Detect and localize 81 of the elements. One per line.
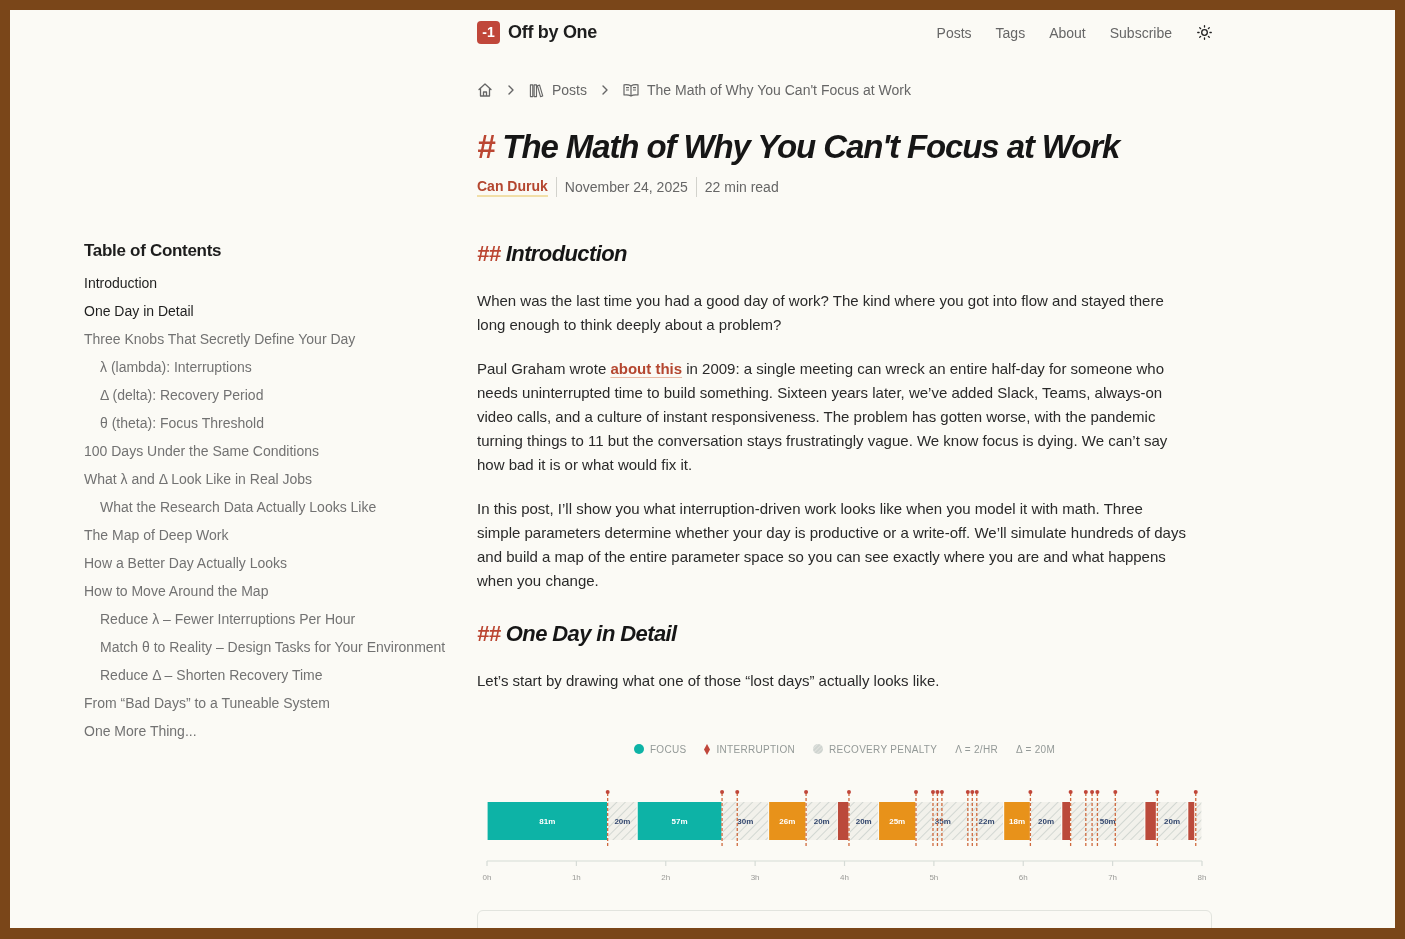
toc-link[interactable]: How a Better Day Actually Looks [84,549,288,577]
paragraph: In this post, I’ll show you what interruption-driven work looks like when you model it with math. Three simple parameters determine whether your day is productive or a write-off. We’ll simulate hundreds of days and build a map of the entire parameter space so you can see exactly where you are and what happens when you change. [477,499,1187,591]
nav-link[interactable]: Subscribe [1109,24,1172,41]
tick-label: 1h [571,873,581,882]
section-heading: ## Introduction [477,240,628,268]
interruption-marker [914,790,918,848]
bar-label: 18m [1009,817,1025,826]
toc-link[interactable]: θ (theta): Focus Threshold [100,409,264,437]
toc-heading: Table of Contents [84,240,222,262]
bar-label: 20m [1038,817,1055,826]
bar-label: 50m [1099,817,1116,826]
tick-label: 8h [1197,873,1207,882]
legend-label: RECOVERY PENALTY [829,743,938,755]
tick-label: 6h [1018,873,1028,882]
text-link[interactable]: about this [610,360,683,377]
home-icon[interactable] [477,82,493,98]
nav-link[interactable]: Tags [995,24,1026,41]
interruption-marker [720,790,725,848]
site-name[interactable]: Off by One [508,22,597,43]
bar-label: 20m [614,817,631,826]
toc-link[interactable]: The Map of Deep Work [84,521,229,549]
bar-label: 22m [978,817,995,826]
open-book-icon [623,83,639,97]
interruption-marker [1113,790,1118,848]
tick-label: 0h [482,873,492,882]
legend-label: INTERRUPTION [716,743,796,755]
publish-date: November 24, 2025 [564,179,688,195]
toc-link[interactable]: Δ (delta): Recovery Period [100,381,264,409]
toc-link[interactable]: How to Move Around the Map [84,577,269,605]
interruption-marker [1068,790,1073,848]
legend-label: Δ = 20M [1015,743,1056,755]
toc-link[interactable]: From “Bad Days” to a Tuneable System [84,689,330,717]
toc-link[interactable]: Reduce Δ – Shorten Recovery Time [100,661,323,689]
tick-label: 7h [1108,873,1118,882]
bar-label: 57m [671,817,688,826]
breadcrumb-link[interactable]: Posts [552,82,587,98]
toc-link[interactable]: λ (lambda): Interruptions [100,353,252,381]
toc-link[interactable]: Match θ to Reality – Design Tasks for Your Environment [100,633,446,661]
nav-link[interactable]: About [1049,24,1086,41]
bar-label: 20m [855,817,872,826]
paragraph: Paul Graham wrote about this in 2009: a single meeting can wreck an entire half-day for someone who needs uninterrupted time to build something. Sixteen years later, we’ve added Slack, Teams, always-on video calls, and a culture of instant responsiveness. The problem has gotten worse, with the pandemic turning things to 11 but the conversation stays frustratingly vague. We know focus is dying. We can’t say how bad it is or what would fix it. [477,359,1169,475]
bar-label: 25m [889,817,906,826]
bar-label: 81m [539,817,556,826]
interruption-marker [1028,790,1033,848]
sun-icon[interactable] [1197,25,1212,40]
bar-label: 26m [779,817,796,826]
chevron-icon [508,85,514,95]
toc-link[interactable]: Introduction [84,269,158,297]
nav-link[interactable]: Posts [936,24,972,41]
interruption-marker [605,790,610,848]
toc-link[interactable]: One Day in Detail [84,297,194,325]
toc-link[interactable]: Reduce λ – Fewer Interruptions Per Hour [100,605,356,633]
interruption-marker [1193,790,1198,848]
bar-label: 30m [737,817,754,826]
tick-label: 5h [929,873,939,882]
logo-mark[interactable]: -1 [477,21,500,44]
read-time: 22 min read [704,179,779,195]
bar-label: 20m [1164,817,1181,826]
toc-link[interactable]: Three Knobs That Secretly Define Your Day [84,325,356,353]
tick-label: 2h [661,873,671,882]
paragraph: When was the last time you had a good day of work? The kind where you got into flow and stayed there long enough to think deeply about a problem? [477,291,1165,335]
books-icon [529,82,544,98]
toc-link[interactable]: What λ and Δ Look Like in Real Jobs [84,465,313,493]
interruption-marker [846,790,851,848]
bar-label: 20m [813,817,830,826]
interruption-marker [1083,790,1088,848]
legend-label: FOCUS [649,743,687,755]
toc-link[interactable]: One More Thing... [84,717,197,745]
interruption-marker [1155,790,1160,848]
toc-link[interactable]: What the Research Data Actually Looks Like [100,493,377,521]
paragraph: Let’s start by drawing what one of those “lost days” actually looks like. [477,671,941,691]
legend-label: Λ = 2/HR [955,743,998,755]
tick-label: 3h [750,873,760,882]
toc-link[interactable]: 100 Days Under the Same Conditions [84,437,320,465]
article-title: # The Math of Why You Can't Focus at Work [477,127,1123,167]
tick-label: 4h [840,873,849,882]
chevron-icon [602,85,608,95]
interruption-marker [804,790,809,848]
author-link[interactable]: Can Duruk [477,177,548,197]
breadcrumb-link[interactable]: The Math of Why You Can't Focus at Work [647,82,911,98]
section-heading: ## One Day in Detail [477,620,679,648]
